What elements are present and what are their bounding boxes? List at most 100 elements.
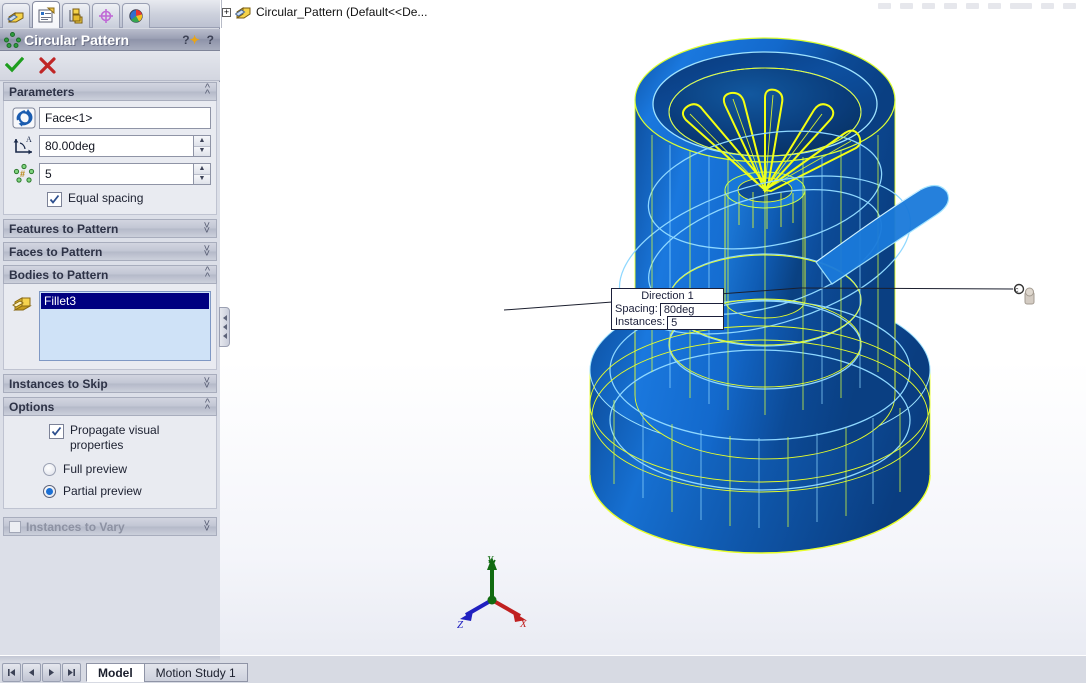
collapse-chevron-up-icon[interactable]: ^ ^ <box>205 398 210 415</box>
collapse-chevron-up-icon[interactable]: ^ ^ <box>205 266 210 283</box>
group-body-bodies-to-pattern: Fillet3 <box>3 284 217 370</box>
instances-to-vary-checkbox[interactable] <box>9 520 21 533</box>
group-faces-to-pattern: Faces to Pattern ˅ ˅ <box>3 242 217 261</box>
instance-count-stepper-up[interactable]: ▲ <box>194 164 210 175</box>
group-title-instances-to-vary: Instances to Vary <box>26 519 125 534</box>
ok-button[interactable] <box>5 56 24 75</box>
instance-count-stepper[interactable]: ▲ ▼ <box>194 163 211 185</box>
property-manager-body: Parameters ^ ^ Face<1> A 80.00deg ▲ ▼ # … <box>0 82 220 655</box>
first-tab-button[interactable] <box>2 663 21 682</box>
group-header-faces-to-pattern[interactable]: Faces to Pattern ˅ ˅ <box>3 242 217 261</box>
group-parameters: Parameters ^ ^ Face<1> A 80.00deg ▲ ▼ # … <box>3 82 217 215</box>
radio-dot <box>46 487 53 495</box>
confirm-bar <box>0 51 220 81</box>
tab-display-manager[interactable] <box>122 3 150 28</box>
row-full-preview: Full preview <box>9 462 211 476</box>
tab-motion-study-1[interactable]: Motion Study 1 <box>143 663 248 682</box>
tab-property-manager[interactable] <box>32 1 60 28</box>
group-header-instances-to-vary[interactable]: Instances to Vary ˅ ˅ <box>3 517 217 536</box>
pattern-axis-field[interactable] <box>39 107 211 129</box>
cancel-button[interactable] <box>38 56 57 75</box>
partial-preview-radio[interactable] <box>43 484 56 498</box>
property-manager-icon <box>38 7 54 22</box>
group-header-parameters[interactable]: Parameters ^ ^ <box>3 82 217 101</box>
pattern-handle-icon[interactable] <box>1024 287 1035 305</box>
svg-text:#: # <box>20 169 25 179</box>
expand-chevron-down-icon[interactable]: ˅ ˅ <box>204 243 210 259</box>
splitter-arrow-icon <box>222 315 227 321</box>
row-pattern-axis <box>9 107 211 129</box>
expand-chevron-down-icon[interactable]: ˅ ˅ <box>204 518 210 534</box>
next-tab-button[interactable] <box>42 663 61 682</box>
display-manager-icon <box>128 8 143 23</box>
row-equal-spacing: Equal spacing <box>9 191 211 207</box>
angle-icon: A <box>13 135 32 155</box>
group-features-to-pattern: Features to Pattern ˅ ˅ <box>3 219 217 238</box>
group-title-instances-to-skip: Instances to Skip <box>9 376 108 391</box>
list-item[interactable]: Fillet3 <box>41 293 209 309</box>
svg-text:c: c <box>1015 287 1019 294</box>
study-tabs: Model Motion Study 1 <box>86 663 248 682</box>
panel-splitter-handle[interactable] <box>219 307 230 347</box>
coordinate-triad: X Y Z <box>457 554 528 630</box>
row-angle: A ▲ ▼ <box>9 135 211 157</box>
pattern-axis-input[interactable] <box>40 108 210 128</box>
property-manager-title: Circular Pattern <box>24 31 130 48</box>
triad-x-label: X <box>519 618 528 630</box>
tab-nav-buttons <box>2 663 81 682</box>
callout-spacing-value[interactable]: 80deg <box>659 303 723 316</box>
next-icon <box>49 669 54 676</box>
tab-dimxpert-manager[interactable] <box>92 3 120 28</box>
group-title-parameters: Parameters <box>9 84 75 99</box>
instance-count-field[interactable] <box>39 163 194 185</box>
full-preview-radio[interactable] <box>43 462 56 476</box>
group-title-bodies-to-pattern: Bodies to Pattern <box>9 267 109 282</box>
splitter-arrow-icon <box>222 324 227 330</box>
bodies-list[interactable]: Fillet3 <box>39 291 211 361</box>
angle-input[interactable] <box>40 136 193 156</box>
callout-row-spacing: Spacing: 80deg <box>612 303 723 316</box>
expand-chevron-down-icon[interactable]: ˅ ˅ <box>204 375 210 391</box>
last-tab-button[interactable] <box>62 663 81 682</box>
group-header-options[interactable]: Options ^ ^ <box>3 397 217 416</box>
last-icon <box>68 669 75 676</box>
manager-tab-strip <box>0 0 220 28</box>
splitter-arrow-icon <box>222 333 227 339</box>
group-header-bodies-to-pattern[interactable]: Bodies to Pattern ^ ^ <box>3 265 217 284</box>
configuration-manager-icon <box>69 8 82 23</box>
graphics-viewport[interactable]: + Circular_Pattern (Default<<De... c Dir… <box>220 0 1086 655</box>
expand-chevron-down-icon[interactable]: ˅ ˅ <box>204 220 210 236</box>
collapse-chevron-up-icon[interactable]: ^ ^ <box>205 83 210 100</box>
angle-stepper-up[interactable]: ▲ <box>194 136 210 147</box>
callout-instances-label: Instances: <box>615 316 666 328</box>
group-bodies-to-pattern: Bodies to Pattern ^ ^ Fillet3 <box>3 265 217 370</box>
group-body-options: Propagate visual properties Full preview… <box>3 416 217 509</box>
previous-icon <box>29 669 34 676</box>
equal-spacing-label: Equal spacing <box>68 191 144 205</box>
direction-callout[interactable]: Direction 1 Spacing: 80deg Instances: 5 <box>611 288 724 330</box>
instance-count-stepper-down[interactable]: ▼ <box>194 174 210 184</box>
angle-stepper-down[interactable]: ▼ <box>194 146 210 156</box>
group-header-features-to-pattern[interactable]: Features to Pattern ˅ ˅ <box>3 219 217 238</box>
propagate-visual-properties-checkbox[interactable] <box>49 424 64 439</box>
instance-count-input[interactable] <box>40 164 193 184</box>
partial-preview-label: Partial preview <box>63 484 142 498</box>
group-header-instances-to-skip[interactable]: Instances to Skip ˅ ˅ <box>3 374 217 393</box>
document-tab-bar: Model Motion Study 1 <box>0 655 1086 683</box>
circular-pattern-icon <box>4 32 21 48</box>
callout-instances-value[interactable]: 5 <box>667 316 723 329</box>
previous-tab-button[interactable] <box>22 663 41 682</box>
propagate-visual-properties-label: Propagate visual properties <box>70 423 160 452</box>
angle-field[interactable] <box>39 135 194 157</box>
help-options-icon[interactable]: ?✦ <box>182 33 199 47</box>
help-icon[interactable]: ? <box>207 33 214 47</box>
triad-z-label: Z <box>457 619 464 630</box>
rotate-axis-icon <box>12 107 36 129</box>
feature-tree-icon <box>6 11 23 23</box>
tab-model[interactable]: Model <box>86 663 145 682</box>
equal-spacing-checkbox[interactable] <box>47 192 62 207</box>
dimxpert-target-icon <box>98 8 113 23</box>
tab-feature-manager-design-tree[interactable] <box>2 3 30 28</box>
angle-stepper[interactable]: ▲ ▼ <box>194 135 211 157</box>
tab-configuration-manager[interactable] <box>62 3 90 28</box>
